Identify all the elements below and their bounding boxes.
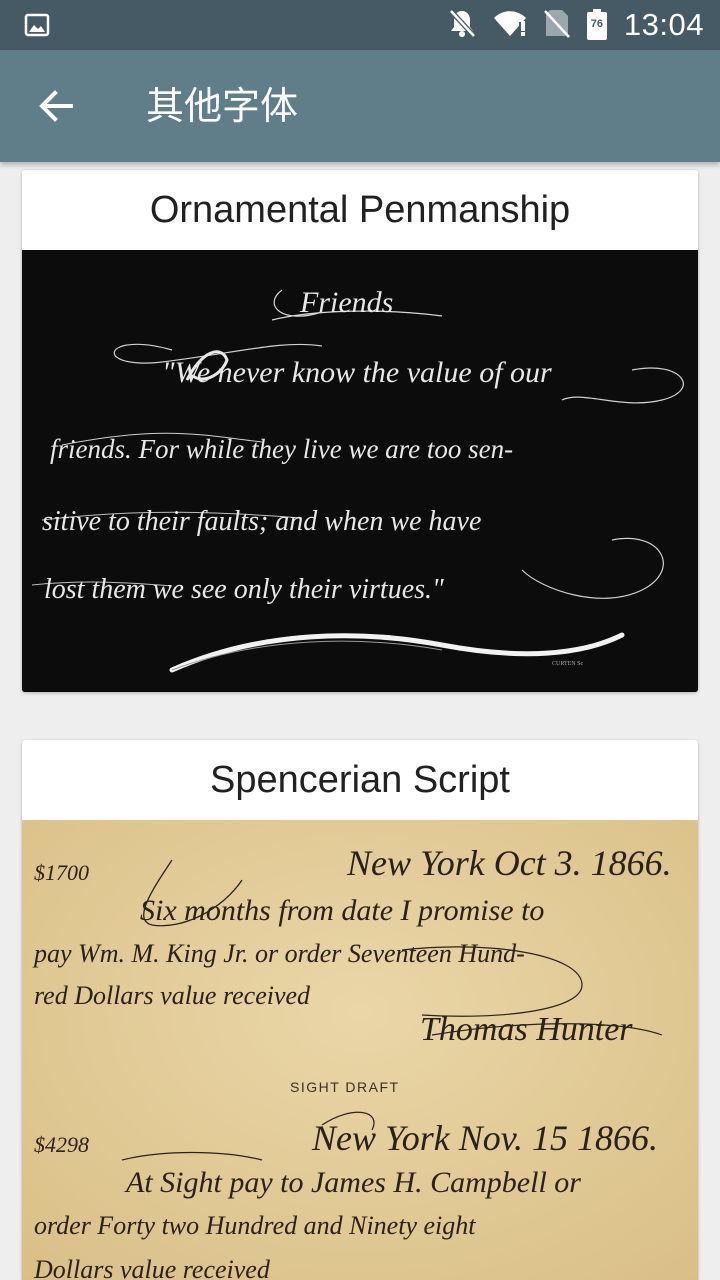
sample-text-line: red Dollars value received xyxy=(34,981,311,1010)
sample-text-line: "We never know the value of our xyxy=(162,356,552,389)
sample-text-line: SIGHT DRAFT xyxy=(290,1079,400,1095)
sample-text-line: Dollars value received xyxy=(33,1255,271,1280)
status-bar: 76 13:04 xyxy=(0,0,720,50)
font-card-ornamental-penmanship[interactable]: Ornamental Penmanship CURTEN Sc Friends … xyxy=(22,170,698,692)
sample-text-line: Six months from date I promise to xyxy=(140,894,544,927)
sample-text-line: New York Nov. 15 1866. xyxy=(311,1118,658,1158)
sample-text-line: Friends xyxy=(299,286,393,319)
sample-text-line: At Sight pay to James H. Campbell or xyxy=(124,1166,581,1199)
notifications-off-icon xyxy=(448,8,476,43)
sample-text-line: $4298 xyxy=(34,1132,89,1157)
app-bar: 其他字体 xyxy=(0,50,720,162)
battery-level: 76 xyxy=(590,18,604,30)
font-card-title: Ornamental Penmanship xyxy=(149,189,571,231)
arrow-left-icon xyxy=(39,90,73,122)
page-title: 其他字体 xyxy=(146,84,299,128)
svg-text:CURTEN Sc: CURTEN Sc xyxy=(552,661,583,667)
sample-text-line: New York Oct 3. 1866. xyxy=(346,843,672,883)
battery-icon: 76 xyxy=(586,9,608,41)
sample-text-line: Thomas Hunter xyxy=(420,1011,633,1048)
sample-text-line: sitive to their faults; and when we have xyxy=(42,506,481,537)
sample-text-line: $1700 xyxy=(34,860,89,885)
image-notification-icon xyxy=(24,13,50,42)
font-card-spencerian-script[interactable]: Spencerian Script $1700 New York Oct 3. … xyxy=(22,740,698,1280)
sample-text-line: order Forty two Hundred and Ninety eight xyxy=(34,1211,476,1240)
sample-text-line: pay Wm. M. King Jr. or order Seventeen H… xyxy=(32,939,525,968)
sample-text-line: friends. For while they live we are too … xyxy=(50,434,513,464)
no-sim-icon xyxy=(544,8,570,43)
font-card-title: Spencerian Script xyxy=(210,759,510,801)
font-sample-image: $1700 New York Oct 3. 1866. Six months f… xyxy=(22,820,698,1280)
back-button[interactable] xyxy=(24,74,88,138)
font-sample-image: CURTEN Sc Friends "We never know the val… xyxy=(22,250,698,692)
sample-text-line: lost them we see only their virtues." xyxy=(44,574,444,605)
wifi-icon xyxy=(492,9,528,42)
clock: 13:04 xyxy=(623,7,704,42)
